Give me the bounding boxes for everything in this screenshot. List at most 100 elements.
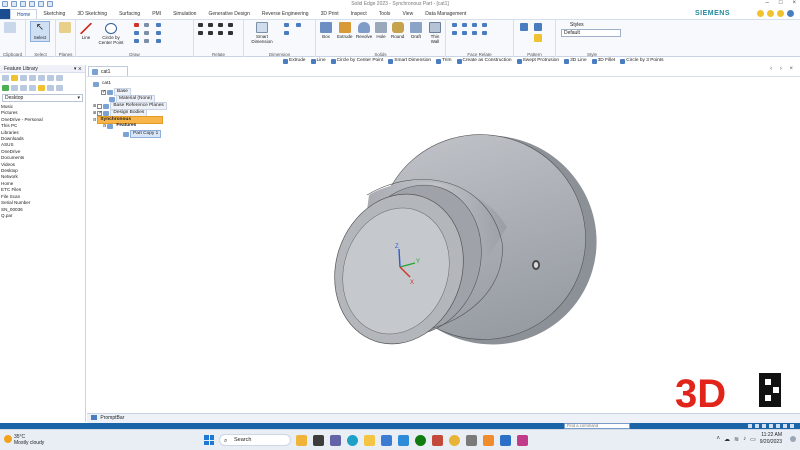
chrome-app-icon[interactable] [449,435,460,446]
parallel-icon[interactable] [218,23,223,27]
display-icon[interactable] [790,424,794,428]
wifi-icon[interactable]: ≋ [734,436,739,443]
rectangular-pattern-icon[interactable] [520,23,528,31]
tab-sketching[interactable]: Sketching [37,9,71,19]
settings-app-icon[interactable] [466,435,477,446]
smile-icon[interactable] [757,10,764,17]
view-orient-icon[interactable] [776,424,780,428]
tab-file-icon[interactable] [0,9,10,19]
view-icon[interactable] [29,75,36,81]
file-explorer-icon[interactable] [364,435,375,446]
tab-view[interactable]: View [396,9,419,19]
rotate-icon[interactable] [156,39,161,43]
frown-icon[interactable] [777,10,784,17]
cmd-create-as-construction[interactable]: Create as Construction [456,57,512,65]
camera-app-icon[interactable] [313,435,324,446]
tab-data-management[interactable]: Data Management [419,9,472,19]
circular-pattern-icon[interactable] [534,23,542,31]
rectangle-icon[interactable] [134,23,139,27]
curve-icon[interactable] [134,39,139,43]
hole-button[interactable]: Hole [375,22,387,39]
symmetric-icon[interactable] [228,31,233,35]
smart-dimension-button[interactable]: Smart Dimension [248,22,276,44]
back-icon[interactable] [20,85,27,91]
box-button[interactable]: Box [320,22,332,39]
details-icon[interactable] [47,75,54,81]
notification-icon[interactable] [790,436,796,442]
fit-icon[interactable] [755,424,759,428]
zoom-icon[interactable] [748,424,752,428]
battery-icon[interactable]: ▭ [750,436,756,443]
prompt-bar[interactable]: PromptBar [87,413,800,423]
media-app-icon[interactable] [432,435,443,446]
teams-app-icon[interactable] [330,435,341,446]
photos-app-icon[interactable] [398,435,409,446]
list-icon[interactable] [38,75,45,81]
volume-icon[interactable]: ♪ [743,436,746,442]
taskbar-search[interactable]: ⌕ Search [219,434,291,446]
extrude-button[interactable]: Extrude [337,22,353,39]
cmd-line[interactable]: Line [310,57,326,65]
folder-icon[interactable] [38,85,45,91]
circle-button[interactable]: Circle by Center Point [96,23,126,45]
graphics-window[interactable]: cat1 Base Material (None) ⊞ Base Referen… [87,77,800,413]
symmetric-face-icon[interactable] [462,31,467,35]
distance-icon[interactable] [284,23,289,27]
tab-scroll-arrows[interactable]: ‹ › × [770,66,796,72]
parallel-face-icon[interactable] [462,23,467,27]
trim-icon[interactable] [144,23,149,27]
cmd-trim[interactable]: Trim [436,57,452,65]
cmd-smart-dimension[interactable]: Smart Dimension [388,57,431,65]
angle-icon[interactable] [284,31,289,35]
edge-app-icon[interactable] [347,435,358,446]
draft-button[interactable]: Draft [410,22,422,39]
forward-icon[interactable] [29,85,36,91]
weather-widget[interactable]: 35°C Mostly cloudy [4,434,44,446]
tangent-icon[interactable] [208,31,213,35]
coordinate-icon[interactable] [296,23,301,27]
perpendicular-face-icon[interactable] [472,23,477,27]
connect-icon[interactable] [198,23,203,27]
horizontal-icon[interactable] [208,23,213,27]
tab-pmi[interactable]: PMI [146,9,167,19]
folder-app-icon[interactable] [296,435,307,446]
revolve-button[interactable]: Revolve [356,22,372,39]
arc-icon[interactable] [134,31,139,35]
minimize-icon[interactable]: – [766,0,769,6]
pan-icon[interactable] [762,424,766,428]
search-icon[interactable] [20,75,27,81]
planes-button[interactable] [59,22,71,34]
shading-icon[interactable] [783,424,787,428]
tab-3d-print[interactable]: 3D Print [315,9,345,19]
mail-app-icon[interactable] [500,435,511,446]
tangent-face-icon[interactable] [452,31,457,35]
xbox-app-icon[interactable] [415,435,426,446]
mirror-icon[interactable] [156,23,161,27]
move-icon[interactable] [156,31,161,35]
mirror-body-icon[interactable] [534,34,542,42]
aligned-holes-icon[interactable] [472,31,477,35]
solid-edge-app-icon[interactable] [483,435,494,446]
list-item[interactable]: Q.par [0,213,85,219]
cmd-swept-protrusion[interactable]: Swept Protrusion [516,57,559,65]
library-icon[interactable] [11,85,18,91]
tab-tools[interactable]: Tools [373,9,397,19]
offset-icon[interactable] [144,39,149,43]
model-render[interactable]: Z Y X 3D [87,77,800,413]
cmd-circle-3-points[interactable]: Circle by 3 Points [620,57,664,65]
tab-home[interactable]: Home [10,9,38,19]
tab-simulation[interactable]: Simulation [167,9,202,19]
style-select[interactable]: Default [561,29,621,37]
thin-wall-button[interactable]: Thin Wall [427,22,443,44]
cmd-extrude[interactable]: Extrude [283,57,306,65]
up-folder-icon[interactable] [2,75,9,81]
concentric-icon[interactable] [218,31,223,35]
tab-inspect[interactable]: Inspect [345,9,373,19]
start-button[interactable] [204,435,214,445]
equal-icon[interactable] [198,31,203,35]
rigid-icon[interactable] [482,31,487,35]
doc-tab-cat1[interactable]: cat1 [88,66,128,76]
close-icon[interactable]: × [792,0,796,6]
location-select[interactable]: Desktop [2,94,83,102]
store-app-icon[interactable] [381,435,392,446]
